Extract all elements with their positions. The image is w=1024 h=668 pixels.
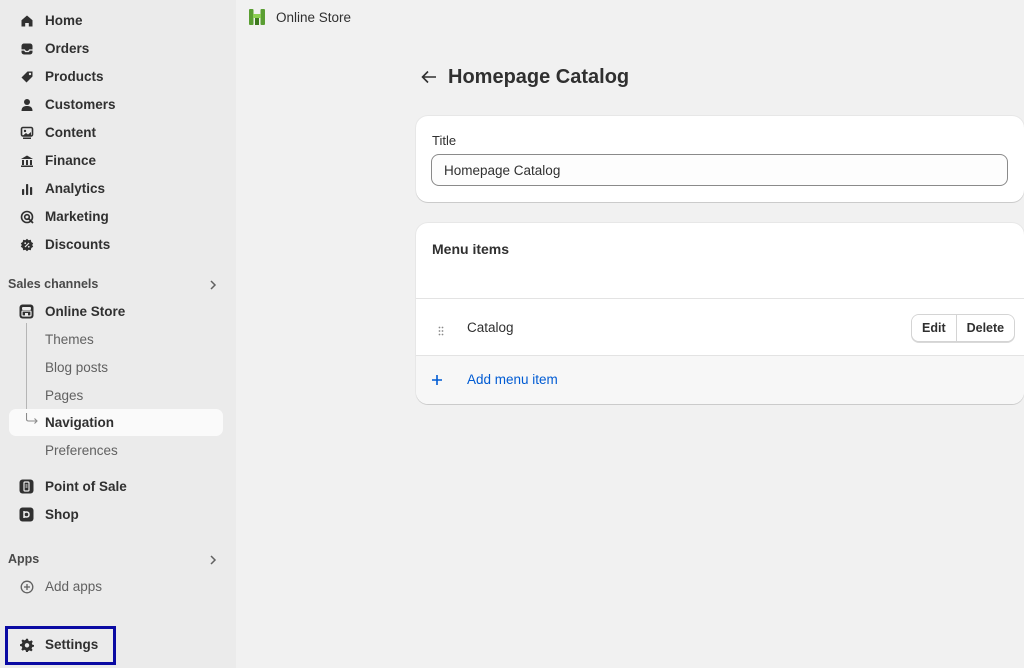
sidebar-item-online-store[interactable]: Online Store [9,298,223,325]
sidebar-item-point-of-sale[interactable]: Point of Sale [9,473,223,500]
sidebar-item-label: Products [45,69,104,84]
tag-icon [19,69,34,84]
sidebar-item-label: Marketing [45,209,109,224]
bank-icon [19,153,34,168]
sidebar-item-add-apps[interactable]: Add apps [9,573,223,600]
sidebar-item-label: Shop [45,507,79,522]
sidebar-item-label: Blog posts [45,360,109,375]
chevron-right-icon [206,278,220,292]
tree-arrow-icon [25,412,40,424]
sidebar-item-label: Finance [45,153,97,168]
sidebar-item-label: Online Store [45,304,126,319]
pos-icon [19,479,34,494]
sidebar-subitem-preferences[interactable]: Preferences [9,437,223,464]
drag-handle-icon[interactable] [438,323,444,336]
sidebar-item-products[interactable]: Products [9,63,223,90]
sidebar-item-label: Point of Sale [45,479,127,494]
sidebar-item-label: Discounts [45,237,111,252]
menu-items-heading: Menu items [432,241,510,257]
shop-icon [19,507,34,522]
sidebar: Home Orders Products Customers Content F… [0,0,236,668]
topbar-title: Online Store [276,10,352,25]
title-input[interactable] [431,154,1008,186]
menu-item-actions: Edit Delete [911,314,1016,342]
sidebar-subitem-themes[interactable]: Themes [9,326,223,353]
sidebar-item-label: Content [45,125,96,140]
sidebar-item-marketing[interactable]: Marketing [9,203,223,230]
plus-icon [431,373,443,385]
sidebar-item-analytics[interactable]: Analytics [9,175,223,202]
sidebar-item-label: Analytics [45,181,106,196]
sidebar-item-label: Orders [45,41,90,56]
online-store-logo-icon [248,8,266,26]
sales-channels-header[interactable]: Sales channels [8,277,222,297]
sidebar-subitem-blog-posts[interactable]: Blog posts [9,354,223,381]
sidebar-item-discounts[interactable]: Discounts [9,231,223,258]
plus-circle-icon [19,579,34,594]
sidebar-item-label: Navigation [45,415,115,430]
delete-button[interactable]: Delete [955,315,1015,341]
title-field-label: Title [432,133,457,148]
sidebar-item-home[interactable]: Home [9,7,223,34]
target-icon [19,209,34,224]
sidebar-item-label: Preferences [45,443,118,458]
menu-item-label: Catalog [467,320,514,335]
sidebar-item-label: Customers [45,97,116,112]
title-card: Title [416,116,1024,202]
menu-item-row: Catalog Edit Delete [416,298,1024,356]
chevron-right-icon [206,553,220,567]
edit-button[interactable]: Edit [912,315,956,341]
sidebar-subitem-pages[interactable]: Pages [9,382,223,409]
add-menu-item-label: Add menu item [467,372,558,387]
apps-header[interactable]: Apps [8,552,222,572]
discount-icon [19,237,34,252]
page-title: Homepage Catalog [448,66,630,88]
sidebar-item-customers[interactable]: Customers [9,91,223,118]
sidebar-item-label: Themes [45,332,94,347]
back-arrow-icon[interactable] [420,68,438,86]
sidebar-item-shop[interactable]: Shop [9,501,223,528]
sidebar-item-orders[interactable]: Orders [9,35,223,62]
settings-highlight-box [5,626,116,665]
store-icon [19,304,34,319]
person-icon [19,97,34,112]
add-menu-item-button[interactable]: Add menu item [416,356,1024,404]
sidebar-subitem-navigation[interactable]: Navigation [9,409,223,436]
sidebar-item-label: Add apps [45,579,103,594]
sidebar-item-finance[interactable]: Finance [9,147,223,174]
sidebar-item-label: Pages [45,388,84,403]
sidebar-item-content[interactable]: Content [9,119,223,146]
home-icon [19,13,34,28]
image-icon [19,125,34,140]
sidebar-item-label: Home [45,13,83,28]
section-label: Apps [8,552,40,566]
menu-items-card: Menu items Catalog Edit Delete Add menu … [416,223,1024,404]
section-label: Sales channels [8,277,99,291]
inbox-icon [19,41,34,56]
bar-chart-icon [19,181,34,196]
